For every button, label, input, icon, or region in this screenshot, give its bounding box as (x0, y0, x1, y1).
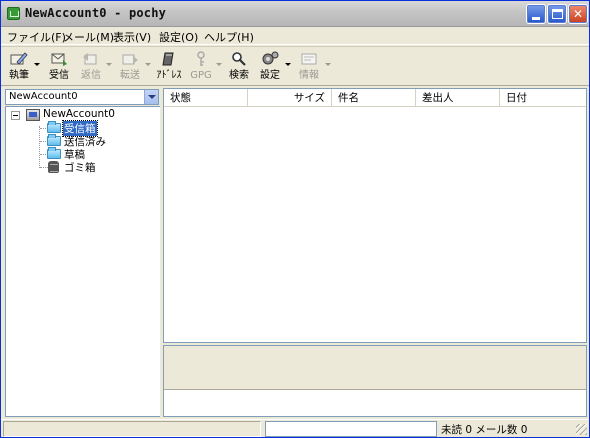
folder-icon (47, 147, 61, 159)
search-button[interactable]: 検索 (224, 49, 254, 85)
search-label: 検索 (229, 70, 249, 81)
info-button[interactable]: 情報 (294, 49, 324, 85)
compose-dropdown-arrow[interactable] (34, 62, 40, 68)
folder-icon (47, 121, 61, 133)
tree-account-node[interactable]: NewAccount0 (6, 108, 156, 122)
menu-view[interactable]: 表示(V) (113, 29, 151, 45)
app-icon[interactable] (7, 7, 20, 20)
tree-folder-inbox[interactable]: 受信箱 (32, 120, 152, 137)
close-icon: ✕ (572, 7, 584, 21)
menu-help[interactable]: ヘルプ(H) (204, 29, 254, 45)
resize-grip-icon[interactable] (576, 424, 587, 435)
account-computer-icon (26, 109, 40, 121)
column-subject[interactable]: 件名 (332, 89, 416, 107)
folder-icon (47, 134, 61, 146)
close-button[interactable]: ✕ (568, 4, 588, 24)
info-icon (301, 53, 317, 65)
account-select-value: NewAccount0 (9, 91, 78, 102)
forward-dropdown-arrow[interactable] (145, 62, 151, 68)
forward-button[interactable]: 転送 (115, 49, 145, 85)
window-title: NewAccount0 - pochy (25, 6, 167, 20)
toolbar: 執筆 受信 返信 転送 ｱﾄﾞﾚｽ GPG 検索 設定 情報 (1, 46, 589, 86)
chevron-down-icon[interactable] (144, 90, 158, 104)
title-bar[interactable]: NewAccount0 - pochy ✕ (1, 1, 589, 27)
reply-label: 返信 (81, 70, 101, 81)
address-book-icon (162, 52, 174, 66)
settings-gear-icon (262, 51, 279, 65)
tree-folder-drafts[interactable]: 草稿 (32, 147, 152, 161)
column-sender[interactable]: 差出人 (416, 89, 500, 107)
key-icon (197, 51, 205, 66)
compose-button[interactable]: 執筆 (4, 49, 34, 85)
minimize-button[interactable] (526, 4, 546, 24)
column-date[interactable]: 日付 (500, 89, 586, 107)
forward-icon (122, 54, 138, 65)
message-list[interactable]: 状態 サイズ 件名 差出人 日付 (163, 88, 587, 343)
account-select[interactable]: NewAccount0 (5, 89, 159, 105)
receive-label: 受信 (49, 70, 69, 81)
gpg-button[interactable]: GPG (186, 49, 216, 85)
menu-bar: ファイル(F) メール(M) 表示(V) 設定(O) ヘルプ(H) (1, 27, 589, 45)
menu-settings[interactable]: 設定(O) (159, 29, 198, 45)
settings-label: 設定 (260, 70, 280, 81)
column-size[interactable]: サイズ (248, 89, 332, 107)
column-status[interactable]: 状態 (164, 89, 248, 107)
preview-header (164, 346, 586, 390)
gpg-label: GPG (190, 70, 212, 81)
preview-pane[interactable] (163, 345, 587, 417)
collapse-icon[interactable] (11, 111, 20, 120)
reply-button[interactable]: 返信 (76, 49, 106, 85)
tree-folder-trash[interactable]: ゴミ箱 (32, 160, 152, 174)
compose-label: 執筆 (9, 70, 29, 81)
address-book-button[interactable]: ｱﾄﾞﾚｽ (154, 49, 184, 85)
folder-tree: NewAccount0 受信箱 送信済み 草稿 ゴミ箱 (5, 106, 161, 417)
settings-button[interactable]: 設定 (255, 49, 285, 85)
settings-dropdown-arrow[interactable] (285, 62, 291, 68)
tree-account-label: NewAccount0 (43, 108, 115, 120)
main-window: NewAccount0 - pochy ✕ ファイル(F) メール(M) 表示(… (0, 0, 590, 438)
message-list-header: 状態 サイズ 件名 差出人 日付 (164, 89, 586, 107)
reply-icon (83, 53, 97, 65)
reply-dropdown-arrow[interactable] (106, 62, 112, 68)
status-bar: 未読 0 メール数 0 (1, 419, 589, 437)
info-label: 情報 (299, 70, 319, 81)
status-cell (3, 421, 261, 437)
maximize-button[interactable] (547, 4, 567, 24)
menu-mail[interactable]: メール(M) (63, 29, 114, 45)
tree-folder-sent[interactable]: 送信済み (32, 134, 152, 148)
minimize-icon (532, 17, 540, 20)
compose-icon (10, 52, 28, 65)
tree-folder-label: ゴミ箱 (64, 162, 96, 174)
maximize-icon (552, 9, 563, 19)
info-dropdown-arrow[interactable] (325, 62, 331, 68)
status-counts: 未読 0 メール数 0 (441, 424, 528, 436)
gpg-dropdown-arrow[interactable] (216, 62, 222, 68)
address-book-label: ｱﾄﾞﾚｽ (156, 70, 182, 81)
trash-icon (48, 161, 59, 173)
receive-button[interactable]: 受信 (44, 49, 74, 85)
progress-bar (265, 421, 437, 437)
forward-label: 転送 (120, 70, 140, 81)
receive-icon (51, 53, 67, 66)
search-icon (232, 52, 246, 66)
menu-file[interactable]: ファイル(F) (7, 29, 66, 45)
